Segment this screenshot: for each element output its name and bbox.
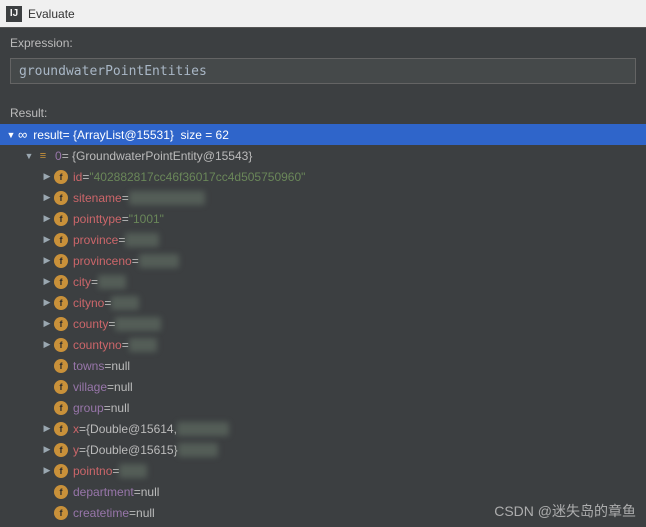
field-name: department xyxy=(73,485,134,499)
chevron-down-icon[interactable]: ▼ xyxy=(4,130,18,140)
field-icon: f xyxy=(54,401,68,415)
field-name: county xyxy=(73,317,108,331)
field-name: provinceno xyxy=(73,254,132,268)
field-name: countyno xyxy=(73,338,122,352)
watermark: CSDN @迷失岛的章鱼 xyxy=(494,501,636,521)
field-name: pointtype xyxy=(73,212,122,226)
field-x[interactable]: ▶fx = {Double@15614, xxxxxxxx xyxy=(0,418,646,439)
field-icon: f xyxy=(54,275,68,289)
field-name: id xyxy=(73,170,82,184)
result-root[interactable]: ▼result = {ArrayList@15531} size = 62 xyxy=(0,124,646,145)
field-icon: f xyxy=(54,191,68,205)
field-icon: f xyxy=(54,359,68,373)
field-department[interactable]: fdepartment = null xyxy=(0,481,646,502)
field-name: group xyxy=(73,401,104,415)
field-icon: f xyxy=(54,422,68,436)
result-tree[interactable]: ▼result = {ArrayList@15531} size = 62▼≡0… xyxy=(0,124,646,523)
field-icon: f xyxy=(54,170,68,184)
field-pointtype[interactable]: ▶fpointtype = "1001" xyxy=(0,208,646,229)
object-icon xyxy=(18,127,33,142)
field-province[interactable]: ▶fprovince = xxxxx xyxy=(0,229,646,250)
expression-input[interactable]: groundwaterPointEntities xyxy=(10,58,636,84)
field-county[interactable]: ▶fcounty = xxxxxxx xyxy=(0,313,646,334)
field-towns[interactable]: ftowns = null xyxy=(0,355,646,376)
field-name: createtime xyxy=(73,506,129,520)
field-name: pointno xyxy=(73,464,112,478)
chevron-down-icon[interactable]: ▼ xyxy=(22,151,36,161)
title-bar: IJ Evaluate xyxy=(0,0,646,28)
field-icon: f xyxy=(54,464,68,478)
chevron-right-icon[interactable]: ▶ xyxy=(40,444,54,455)
chevron-right-icon[interactable]: ▶ xyxy=(40,234,54,245)
field-city[interactable]: ▶fcity = xxxx xyxy=(0,271,646,292)
result-label: Result: xyxy=(0,98,646,124)
field-icon: f xyxy=(54,443,68,457)
field-icon: f xyxy=(54,506,68,520)
chevron-right-icon[interactable]: ▶ xyxy=(40,465,54,476)
window-title: Evaluate xyxy=(28,7,75,21)
variable-name: result xyxy=(33,128,62,142)
field-cityno[interactable]: ▶fcityno = xxxx xyxy=(0,292,646,313)
field-name: village xyxy=(73,380,107,394)
field-icon: f xyxy=(54,296,68,310)
field-name: cityno xyxy=(73,296,104,310)
expression-label: Expression: xyxy=(0,28,646,54)
expression-value: groundwaterPointEntities xyxy=(19,64,207,79)
element-icon: ≡ xyxy=(36,149,50,163)
index-label: 0 xyxy=(55,149,62,163)
chevron-right-icon[interactable]: ▶ xyxy=(40,213,54,224)
field-icon: f xyxy=(54,254,68,268)
chevron-right-icon[interactable]: ▶ xyxy=(40,276,54,287)
field-countyno[interactable]: ▶fcountyno = xxxx xyxy=(0,334,646,355)
chevron-right-icon[interactable]: ▶ xyxy=(40,192,54,203)
chevron-right-icon[interactable]: ▶ xyxy=(40,255,54,266)
chevron-right-icon[interactable]: ▶ xyxy=(40,423,54,434)
chevron-right-icon[interactable]: ▶ xyxy=(40,171,54,182)
field-icon: f xyxy=(54,233,68,247)
field-y[interactable]: ▶fy = {Double@15615} xxxxxx xyxy=(0,439,646,460)
field-icon: f xyxy=(54,380,68,394)
chevron-right-icon[interactable]: ▶ xyxy=(40,339,54,350)
list-item-0[interactable]: ▼≡0 = {GroundwaterPointEntity@15543} xyxy=(0,145,646,166)
field-icon: f xyxy=(54,212,68,226)
app-icon: IJ xyxy=(6,6,22,22)
chevron-right-icon[interactable]: ▶ xyxy=(40,297,54,308)
field-name: towns xyxy=(73,359,104,373)
chevron-right-icon[interactable]: ▶ xyxy=(40,318,54,329)
field-village[interactable]: fvillage = null xyxy=(0,376,646,397)
field-id[interactable]: ▶fid = "402882817cc46f36017cc4d505750960… xyxy=(0,166,646,187)
field-pointno[interactable]: ▶fpointno = xxxx xyxy=(0,460,646,481)
field-group[interactable]: fgroup = null xyxy=(0,397,646,418)
field-icon: f xyxy=(54,338,68,352)
field-name: city xyxy=(73,275,91,289)
field-name: province xyxy=(73,233,118,247)
field-provinceno[interactable]: ▶fprovinceno = xxxxxx xyxy=(0,250,646,271)
field-icon: f xyxy=(54,317,68,331)
field-name: sitename xyxy=(73,191,122,205)
field-icon: f xyxy=(54,485,68,499)
field-sitename[interactable]: ▶fsitename = xxxxxxxxxxxx xyxy=(0,187,646,208)
